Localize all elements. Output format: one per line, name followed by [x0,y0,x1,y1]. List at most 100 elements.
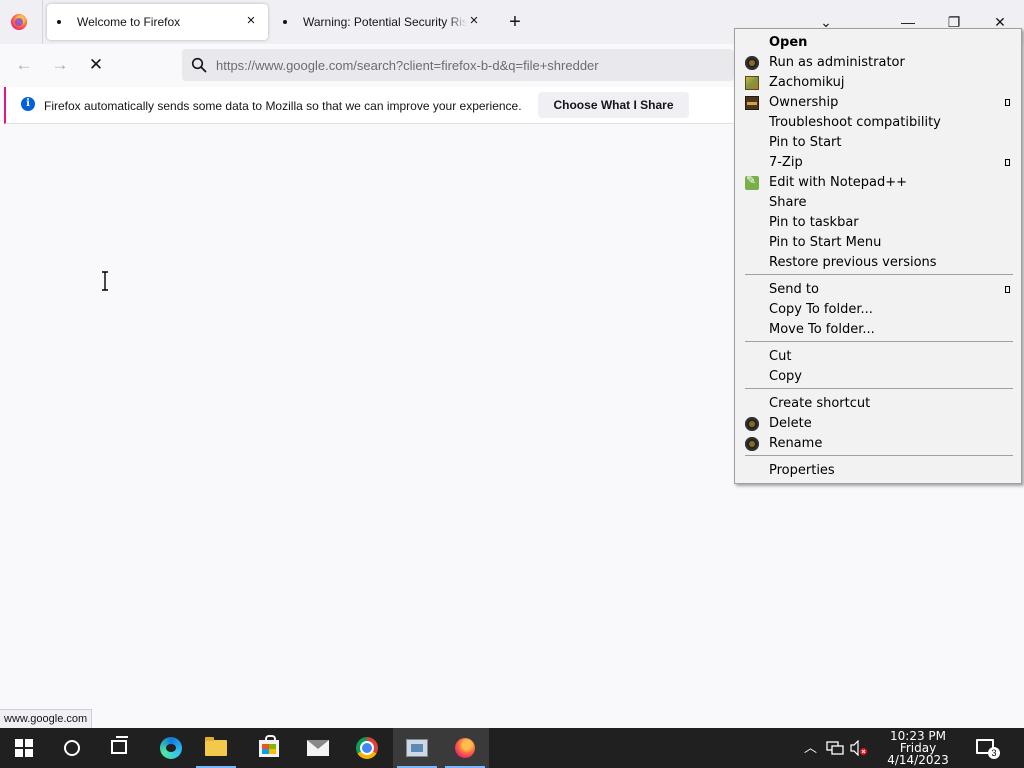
menu-item-run-as-administrator[interactable]: Run as administrator [735,53,1021,73]
tab-title: Warning: Potential Security Risk Ahead [303,15,467,29]
menu-item-label: Pin to Start [769,135,842,150]
menu-item-zachomikuj[interactable]: Zachomikuj [735,73,1021,93]
mail-icon [307,740,329,756]
notepadpp-icon [745,173,759,190]
tab-title: Welcome to Firefox [77,15,181,29]
gear-icon [745,437,759,451]
windows-logo-icon [15,739,33,757]
text-cursor-icon [102,271,108,291]
menu-item-share[interactable]: Share [735,193,1021,213]
network-icon[interactable] [826,740,844,756]
menu-item-edit-with-notepadpp[interactable]: Edit with Notepad++ [735,173,1021,193]
new-tab-button[interactable]: + [505,12,525,32]
tab-security-warning[interactable]: Warning: Potential Security Risk Ahead × [273,4,491,40]
search-icon [191,57,207,73]
tab-loading-dot-icon [283,20,287,24]
task-view-icon [111,736,128,754]
submenu-arrow-icon [1005,159,1010,166]
firefox-logo-icon[interactable] [11,14,27,30]
shield-gear-icon [745,56,759,70]
menu-separator [745,388,1013,389]
edge-icon [160,737,182,759]
taskbar-mail[interactable] [294,728,342,768]
ownership-icon [745,96,759,110]
submenu-arrow-icon [1005,99,1010,106]
menu-item-label: Ownership [769,95,839,110]
taskbar-chrome[interactable] [343,728,391,768]
menu-item-label: Restore previous versions [769,255,937,270]
choose-what-i-share-button[interactable]: Choose What I Share [538,92,689,118]
menu-item-label: Run as administrator [769,55,905,70]
zachomikuj-icon [745,76,759,90]
tab-separator [42,0,43,44]
menu-item-label: Troubleshoot compatibility [769,115,941,130]
tab-loading-dot-icon [57,20,61,24]
menu-item-pin-to-taskbar[interactable]: Pin to taskbar [735,213,1021,233]
status-link-tooltip: www.google.com [0,709,93,729]
menu-item-cut[interactable]: Cut [735,347,1021,367]
info-icon: i [21,97,35,111]
menu-item-label: Delete [769,416,812,431]
tab-welcome-to-firefox[interactable]: Welcome to Firefox × [47,4,268,40]
folder-icon [205,737,227,756]
menu-item-pin-to-start-menu[interactable]: Pin to Start Menu [735,233,1021,253]
menu-item-label: Open [769,35,808,50]
taskbar-clock[interactable]: 10:23 PM Friday 4/14/2023 [878,730,958,766]
clock-date: 4/14/2023 [887,753,949,767]
show-hidden-icons-button[interactable]: ︿ [804,740,817,756]
taskbar-edge[interactable] [147,728,195,768]
chrome-icon [356,737,378,759]
data-reporting-notification: i Firefox automatically sends some data … [4,87,734,124]
menu-item-7-zip[interactable]: 7-Zip [735,153,1021,173]
menu-item-label: Share [769,195,807,210]
volume-muted-icon[interactable] [850,740,868,756]
menu-item-label: Edit with Notepad++ [769,175,908,190]
menu-item-send-to[interactable]: Send to [735,280,1021,300]
task-view-button[interactable] [96,728,144,768]
start-button[interactable] [0,728,48,768]
menu-item-restore-previous-versions[interactable]: Restore previous versions [735,253,1021,273]
taskbar-firefox[interactable] [441,728,489,768]
menu-item-label: Create shortcut [769,396,871,411]
menu-item-copy[interactable]: Copy [735,367,1021,387]
menu-item-properties[interactable]: Properties [735,461,1021,481]
menu-item-pin-to-start[interactable]: Pin to Start [735,133,1021,153]
menu-separator [745,455,1013,456]
tab-close-icon[interactable]: × [466,13,482,29]
menu-item-label: Pin to Start Menu [769,235,882,250]
store-icon [259,735,279,757]
menu-item-rename[interactable]: Rename [735,434,1021,454]
forward-button[interactable]: → [48,53,72,77]
context-menu: Open Run as administrator Zachomikuj Own… [734,28,1022,484]
search-button[interactable] [48,728,96,768]
menu-item-copy-to-folder[interactable]: Copy To folder... [735,300,1021,320]
taskbar-control-panel[interactable] [393,728,441,768]
menu-item-move-to-folder[interactable]: Move To folder... [735,320,1021,340]
search-circle-icon [64,740,80,756]
menu-item-delete[interactable]: Delete [735,414,1021,434]
taskbar-microsoft-store[interactable] [245,728,293,768]
notification-text: Firefox automatically sends some data to… [44,99,522,113]
menu-item-label: Copy To folder... [769,302,873,317]
menu-item-ownership[interactable]: Ownership [735,93,1021,113]
stop-loading-button[interactable]: ✕ [84,53,108,77]
menu-separator [745,274,1013,275]
menu-item-label: Cut [769,349,792,364]
url-bar[interactable]: https://www.google.com/search?client=fir… [182,49,734,81]
menu-item-label: Send to [769,282,819,297]
url-text[interactable]: https://www.google.com/search?client=fir… [216,58,599,73]
menu-item-create-shortcut[interactable]: Create shortcut [735,394,1021,414]
menu-separator [745,341,1013,342]
gear-icon [745,417,759,431]
taskbar-file-explorer[interactable] [192,728,240,768]
back-button[interactable]: ← [12,53,36,77]
menu-item-troubleshoot-compatibility[interactable]: Troubleshoot compatibility [735,113,1021,133]
menu-item-label: Rename [769,436,823,451]
menu-item-label: Properties [769,463,835,478]
menu-item-label: Zachomikuj [769,75,845,90]
tab-close-icon[interactable]: × [243,13,259,29]
firefox-icon [455,738,475,758]
menu-item-open[interactable]: Open [735,33,1021,53]
menu-item-label: Move To folder... [769,322,875,337]
menu-item-label: Pin to taskbar [769,215,859,230]
